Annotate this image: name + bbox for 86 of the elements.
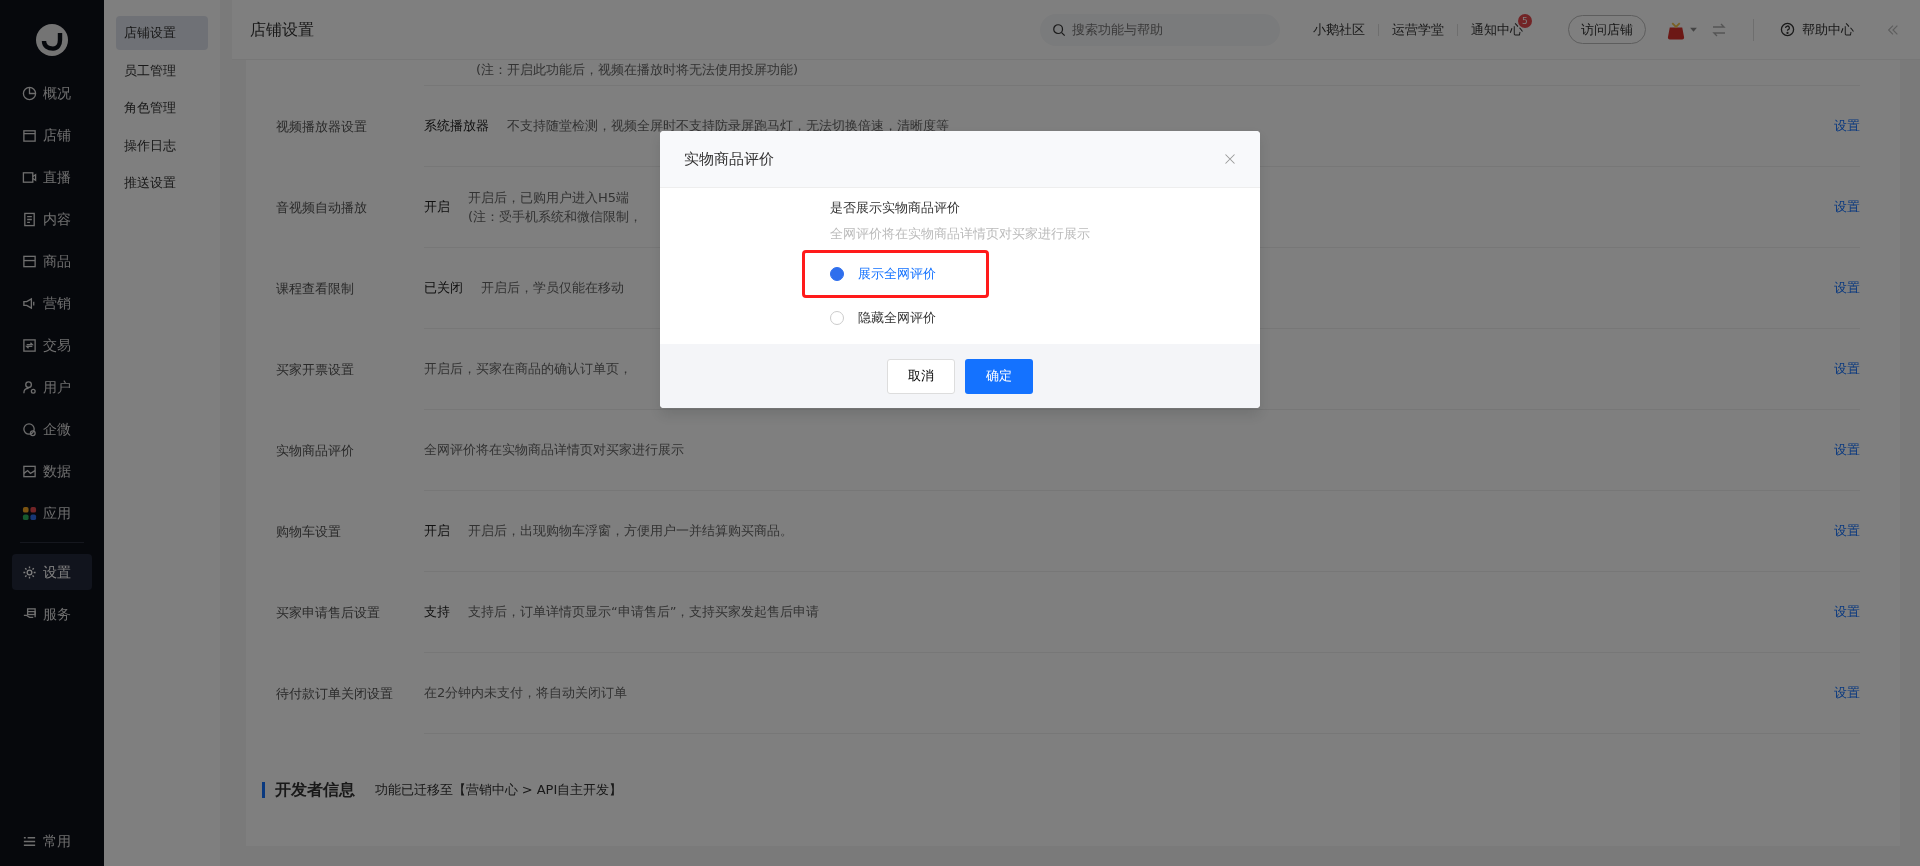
section-title: 开发者信息 [262,781,355,798]
page-title: 店铺设置 [250,18,314,41]
nav-item[interactable]: 应用 [12,495,92,531]
question-text: 是否展示实物商品评价 [830,199,961,217]
note-text: (注：开启此功能后，视频在播放时将无法使用投屏功能) [476,61,799,79]
nav-item[interactable]: 数据 [12,453,92,489]
setting-link[interactable]: 设置 [1834,116,1860,136]
nav-item[interactable]: 直播 [12,159,92,195]
double-chevron-icon [1886,23,1900,38]
close-icon [1224,153,1236,166]
setting-label: 待付款订单关闭设置 [276,684,394,703]
setting-description: 开启后，学员仅能在移动 [481,279,624,298]
setting-link[interactable]: 设置 [1834,602,1860,622]
nav-item[interactable]: 服务 [12,596,92,632]
migration-note: 功能已迁移至【营销中心 > API自主开发】 [374,781,623,799]
setting-description: 在2分钟内未支付，将自动关闭订单 [424,684,628,703]
search-icon [1052,22,1067,37]
setting-link[interactable]: 设置 [1834,359,1860,379]
nav-item[interactable]: 交易 [12,327,92,363]
setting-status: 支持 [424,603,450,622]
radio-option[interactable]: 隐藏全网评价 [830,298,936,338]
exchange-icon [22,337,37,353]
nav-item[interactable]: 企微 [12,411,92,447]
nav-item[interactable]: 内容 [12,201,92,237]
nav-item[interactable]: 设置 [12,554,92,590]
search-field[interactable]: 搜索功能与帮助 [1040,13,1281,46]
nav-item[interactable]: 营销 [12,285,92,321]
setting-status: 开启 [424,522,450,541]
subnav-item[interactable]: 店铺设置 [116,16,208,50]
nav-item[interactable]: 概况 [12,75,92,111]
nav-item[interactable]: 常用 [12,823,92,860]
setting-link[interactable]: 设置 [1834,521,1860,541]
setting-description: 开启后，已购用户进入H5端 [468,188,630,207]
store-icon [22,127,37,143]
setting-description: 支持后，订单详情页显示“申请售后”，支持买家发起售后申请 [468,603,820,622]
cancel-button[interactable]: 取消 [887,358,955,394]
setting-label: 课程查看限制 [276,279,355,298]
help-icon [1780,22,1795,37]
subnav-item[interactable]: 角色管理 [116,91,208,125]
setting-label: 音视频自动播放 [276,198,368,217]
help-label: 帮助中心 [1801,20,1854,39]
setting-description: 全网评价将在实物商品详情页对买家进行展示 [424,441,684,460]
header-link[interactable]: 小鹅社区 [1312,19,1365,40]
megaphone-icon [22,295,37,311]
user-icon [22,379,37,395]
hint-text: 全网评价将在实物商品详情页对买家进行展示 [830,225,1091,243]
subnav-item[interactable]: 操作日志 [116,128,208,162]
apps-icon [22,505,37,521]
logo-icon [36,24,68,56]
radio-option[interactable]: 展示全网评价 [802,250,989,298]
setting-description: (注：受手机系统和微信限制， [468,208,643,226]
setting-label: 买家申请售后设置 [276,603,381,622]
subnav-item[interactable]: 员工管理 [116,53,208,87]
help-link[interactable]: 帮助中心 [1780,19,1854,40]
nav-item[interactable]: 用户 [12,369,92,405]
chart-icon [22,463,37,479]
setting-status: 已关闭 [424,279,463,298]
setting-link[interactable]: 设置 [1834,683,1860,703]
pie-chart-icon [22,85,37,101]
setting-description: 开启后，买家在商品的确认订单页， [424,360,632,379]
nav-item[interactable]: 店铺 [12,117,92,153]
setting-label: 视频播放器设置 [276,117,368,136]
setting-label: 买家开票设置 [276,360,355,379]
setting-link[interactable]: 设置 [1834,197,1860,217]
nav-item[interactable]: 商品 [12,243,92,279]
camera-icon [22,169,37,185]
setting-label: 购物车设置 [276,522,342,541]
document-icon [22,211,37,227]
caret-icon [1689,25,1698,34]
list-icon [22,834,37,849]
chat-icon [22,421,37,437]
subnav-item[interactable]: 推送设置 [116,166,208,200]
swap-arrows-icon [1711,22,1727,39]
dialog-title: 实物商品评价 [684,148,774,170]
setting-link[interactable]: 设置 [1834,440,1860,460]
setting-status: 系统播放器 [424,117,489,136]
setting-label: 实物商品评价 [276,441,355,460]
radio-button[interactable] [830,311,844,325]
confirm-button[interactable]: 确定 [965,358,1033,394]
setting-link[interactable]: 设置 [1834,278,1860,298]
radio-button[interactable] [830,267,844,281]
header-link[interactable]: 运营学堂 [1391,19,1444,40]
visit-store-button[interactable]: 访问店铺 [1568,14,1647,45]
box-icon [22,253,37,269]
notification-badge: 5 [1517,13,1532,28]
setting-status: 开启 [424,198,450,217]
